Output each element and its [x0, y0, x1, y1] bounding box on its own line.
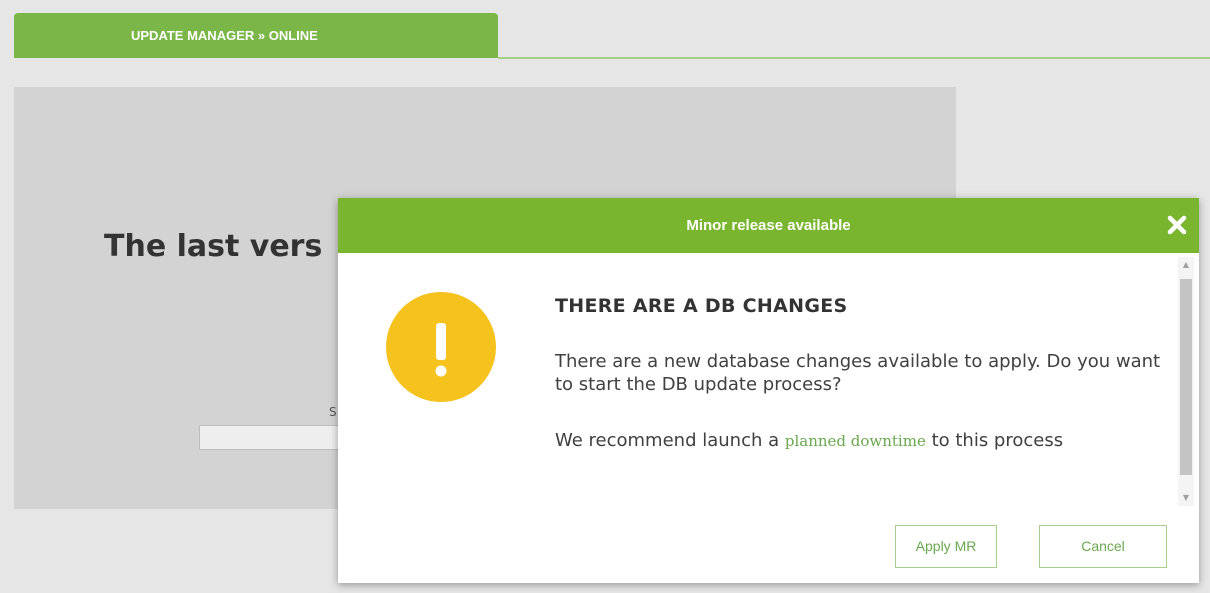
dialog-header: Minor release available: [338, 198, 1199, 253]
close-button[interactable]: [1165, 213, 1189, 237]
tab-divider: [498, 57, 1210, 59]
tab-label: UPDATE MANAGER » ONLINE: [131, 28, 318, 43]
scrollbar-thumb[interactable]: [1180, 279, 1192, 475]
background-title: The last vers: [104, 229, 323, 264]
tab-update-manager-online[interactable]: UPDATE MANAGER » ONLINE: [14, 13, 498, 58]
dialog-heading: THERE ARE A DB CHANGES: [555, 295, 848, 317]
dialog-scrollbar[interactable]: ▲ ▼: [1178, 257, 1194, 506]
dialog-title: Minor release available: [686, 217, 851, 234]
minor-release-dialog: Minor release available THERE ARE A DB C…: [338, 198, 1199, 583]
update-manager-page: UPDATE MANAGER » ONLINE The last vers S …: [0, 0, 1210, 593]
recommendation-text-before: We recommend launch a: [555, 430, 785, 451]
dialog-message: There are a new database changes availab…: [555, 351, 1161, 395]
close-icon: [1167, 215, 1187, 235]
apply-mr-button[interactable]: Apply MR: [895, 525, 997, 568]
cancel-button[interactable]: Cancel: [1039, 525, 1167, 568]
background-progress-field: [199, 425, 359, 450]
triangle-down-icon[interactable]: ▼: [1178, 490, 1194, 506]
dialog-recommendation: We recommend launch a planned downtime t…: [555, 429, 1165, 453]
planned-downtime-link[interactable]: planned downtime: [785, 432, 926, 450]
triangle-up-icon[interactable]: ▲: [1178, 257, 1194, 273]
exclamation-warning-icon: [386, 292, 496, 402]
background-small-label: S: [329, 405, 337, 419]
recommendation-text-after: to this process: [925, 430, 1064, 451]
